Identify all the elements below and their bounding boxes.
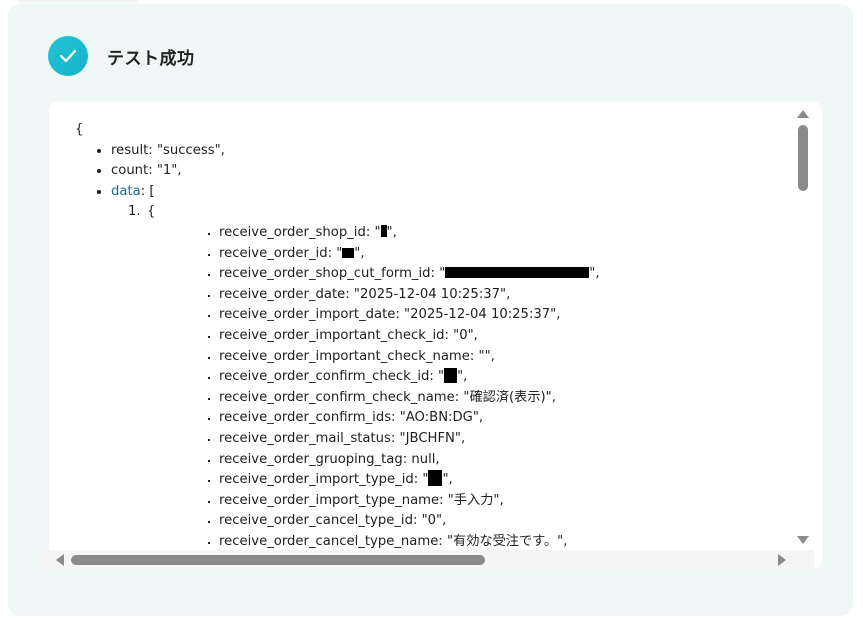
field-order-date: receive_order_date: "2025-12-04 10:25:37… — [219, 285, 795, 306]
field-import-type-name: receive_order_import_type_name: "手入力", — [219, 491, 795, 512]
redacted-value — [444, 368, 458, 384]
data-line: data: [ 1. { receive_order_shop_id: "", r… — [111, 182, 795, 552]
item-number: 1. — [128, 204, 141, 220]
redacted-value — [445, 267, 590, 279]
scroll-down-arrow-icon[interactable] — [797, 536, 809, 544]
field-confirm-check-name: receive_order_confirm_check_name: "確認済(表… — [219, 388, 795, 409]
json-output-box[interactable]: { result: "success", count: "1", data: [… — [49, 102, 822, 569]
field-order-id: receive_order_id: "", — [219, 244, 795, 265]
scroll-left-arrow-icon[interactable] — [56, 554, 64, 566]
success-badge — [48, 36, 88, 76]
order-fields: receive_order_shop_id: "", receive_order… — [147, 223, 795, 552]
horizontal-scroll-thumb[interactable] — [71, 555, 485, 565]
field-important-check-name: receive_order_important_check_name: "", — [219, 347, 795, 368]
vertical-scroll-thumb[interactable] — [798, 125, 808, 191]
field-important-check-id: receive_order_important_check_id: "0", — [219, 326, 795, 347]
data-item: 1. { receive_order_shop_id: "", receive_o… — [128, 202, 795, 552]
field-cancel-type-name: receive_order_cancel_type_name: "有効な受注です… — [219, 532, 795, 552]
result-title: テスト成功 — [107, 48, 195, 69]
field-confirm-check-id: receive_order_confirm_check_id: "", — [219, 367, 795, 388]
json-open-brace: { — [75, 122, 84, 137]
field-import-type-id: receive_order_import_type_id: "", — [219, 470, 795, 491]
check-icon — [59, 49, 77, 63]
data-array: 1. { receive_order_shop_id: "", receive_o… — [111, 202, 795, 552]
scroll-right-arrow-icon[interactable] — [778, 554, 786, 566]
json-root-list: result: "success", count: "1", data: [ 1… — [75, 141, 795, 552]
item-open: { — [147, 204, 156, 220]
redacted-value — [342, 247, 355, 258]
data-open: : [ — [140, 183, 155, 199]
result-line: result: "success", — [111, 141, 795, 162]
field-shop-id: receive_order_shop_id: "", — [219, 223, 795, 244]
field-confirm-ids: receive_order_confirm_ids: "AO:BN:DG", — [219, 408, 795, 429]
data-key[interactable]: data — [111, 184, 141, 199]
result-header: テスト成功 — [48, 36, 195, 76]
result-panel: テスト成功 { result: "success", count: "1", d… — [8, 4, 853, 616]
field-import-date: receive_order_import_date: "2025-12-04 1… — [219, 305, 795, 326]
field-cancel-type-id: receive_order_cancel_type_id: "0", — [219, 511, 795, 532]
scroll-up-arrow-icon[interactable] — [797, 110, 809, 118]
field-gruoping-tag: receive_order_gruoping_tag: null, — [219, 450, 795, 471]
field-shop-cut-form-id: receive_order_shop_cut_form_id: "", — [219, 264, 795, 285]
redacted-value — [428, 470, 443, 487]
count-line: count: "1", — [111, 161, 795, 182]
field-mail-status: receive_order_mail_status: "JBCHFN", — [219, 429, 795, 450]
json-output: { result: "success", count: "1", data: [… — [75, 120, 795, 552]
